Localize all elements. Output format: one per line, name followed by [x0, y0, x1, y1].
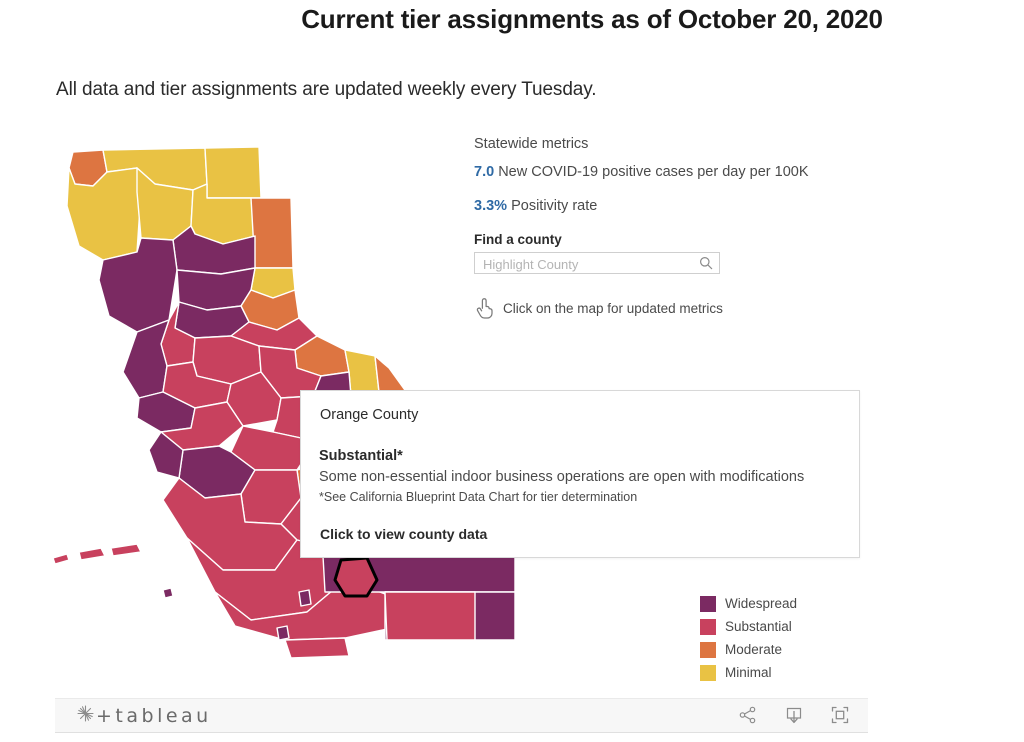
tooltip-county-name: Orange County: [320, 407, 419, 423]
tableau-logo[interactable]: +tableau: [77, 705, 212, 727]
island-santa-catalina: [298, 589, 312, 607]
legend-label-minimal: Minimal: [725, 665, 772, 680]
metric-row-positivity: 3.3% Positivity rate: [474, 198, 874, 214]
pointing-hand-icon: [474, 296, 496, 320]
county-orange-highlight[interactable]: [333, 556, 379, 598]
county-lassen[interactable]: [250, 197, 294, 269]
metrics-heading: Statewide metrics: [474, 136, 589, 152]
county-modoc[interactable]: [204, 146, 262, 199]
legend-swatch-substantial: [700, 618, 716, 635]
statewide-metrics-panel: Statewide metrics 7.0 New COVID-19 posit…: [474, 136, 874, 320]
tooltip-footnote: *See California Blueprint Data Chart for…: [319, 490, 638, 504]
island-anacapa: [162, 587, 174, 599]
find-a-county-label: Find a county: [474, 232, 562, 247]
island-san-miguel: [52, 553, 70, 565]
legend-item-moderate[interactable]: Moderate: [700, 638, 797, 661]
legend-item-widespread[interactable]: Widespread: [700, 592, 797, 615]
island-santa-rosa: [78, 547, 106, 561]
metric-value-positivity: 3.3%: [474, 198, 508, 214]
share-icon[interactable]: [738, 705, 758, 725]
highlight-county-search-box[interactable]: [474, 252, 720, 275]
map-click-hint: Click on the map for updated metrics: [474, 296, 874, 320]
legend-item-minimal[interactable]: Minimal: [700, 661, 797, 684]
legend-item-substantial[interactable]: Substantial: [700, 615, 797, 638]
search-icon[interactable]: [699, 256, 713, 270]
tableau-wordmark: +tableau: [96, 705, 212, 727]
tableau-toolbar: +tableau: [55, 698, 868, 733]
tableau-action-group: [738, 705, 850, 725]
tier-legend: Widespread Substantial Moderate Minimal: [700, 592, 797, 684]
tooltip-view-county-data-link[interactable]: Click to view county data: [320, 526, 487, 542]
county-ventura[interactable]: [284, 637, 350, 659]
legend-swatch-widespread: [700, 595, 716, 612]
legend-swatch-moderate: [700, 641, 716, 658]
page-title: Current tier assignments as of October 2…: [301, 4, 883, 34]
subtitle: All data and tier assignments are update…: [56, 79, 597, 100]
metric-label-positivity: Positivity rate: [511, 198, 598, 214]
metric-label-cases: New COVID-19 positive cases per day per …: [498, 164, 809, 180]
fullscreen-icon[interactable]: [830, 705, 850, 725]
metric-value-cases: 7.0: [474, 164, 495, 180]
map-click-hint-text: Click on the map for updated metrics: [503, 300, 723, 316]
island-santa-cruz: [110, 543, 142, 557]
tooltip-tier-description: Some non-essential indoor business opera…: [319, 469, 805, 485]
county-tooltip[interactable]: Orange County Substantial* Some non-esse…: [300, 390, 860, 558]
metric-row-cases: 7.0 New COVID-19 positive cases per day …: [474, 164, 874, 180]
tooltip-tier-name: Substantial*: [319, 448, 403, 464]
search-input[interactable]: [481, 253, 690, 275]
legend-label-substantial: Substantial: [725, 619, 792, 634]
island-san-clemente: [276, 625, 290, 641]
legend-swatch-minimal: [700, 664, 716, 681]
tableau-flower-icon: [77, 705, 94, 727]
county-san-diego[interactable]: [384, 591, 476, 641]
download-icon[interactable]: [784, 705, 804, 725]
legend-label-widespread: Widespread: [725, 596, 798, 611]
county-napa-sonoma[interactable]: [122, 319, 170, 399]
legend-label-moderate: Moderate: [725, 642, 783, 657]
